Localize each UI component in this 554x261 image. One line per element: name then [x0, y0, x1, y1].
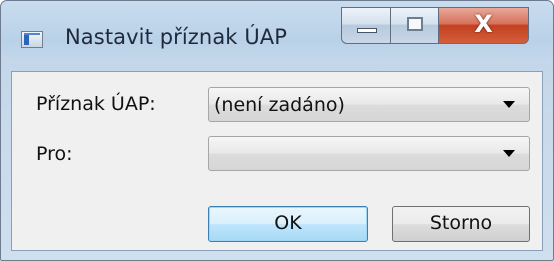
for-label: Pro: — [36, 143, 73, 165]
cancel-button[interactable]: Storno — [392, 206, 530, 242]
dialog-content: Příznak ÚAP: (není zadáno) Pro: OK Storn… — [11, 71, 543, 251]
flag-select-value: (není zadáno) — [214, 94, 345, 116]
dialog-window: Nastavit příznak ÚAP X Příznak ÚAP: (nen… — [0, 0, 554, 261]
close-button[interactable]: X — [439, 7, 529, 44]
title-bar[interactable]: Nastavit příznak ÚAP X — [1, 1, 553, 67]
caption-buttons: X — [341, 7, 543, 51]
dropdown-arrow-icon — [503, 101, 515, 108]
minimize-icon — [357, 28, 377, 33]
window-title: Nastavit příznak ÚAP — [65, 25, 288, 49]
close-icon: X — [474, 10, 493, 38]
maximize-button[interactable] — [391, 7, 439, 44]
minimize-button[interactable] — [341, 7, 391, 44]
flag-select[interactable]: (není zadáno) — [208, 87, 530, 122]
for-select[interactable] — [208, 136, 530, 171]
ok-button[interactable]: OK — [208, 206, 368, 242]
flag-label: Příznak ÚAP: — [36, 93, 156, 115]
app-window-icon[interactable] — [21, 31, 43, 48]
dropdown-arrow-icon — [503, 150, 515, 157]
maximize-icon — [407, 17, 423, 31]
